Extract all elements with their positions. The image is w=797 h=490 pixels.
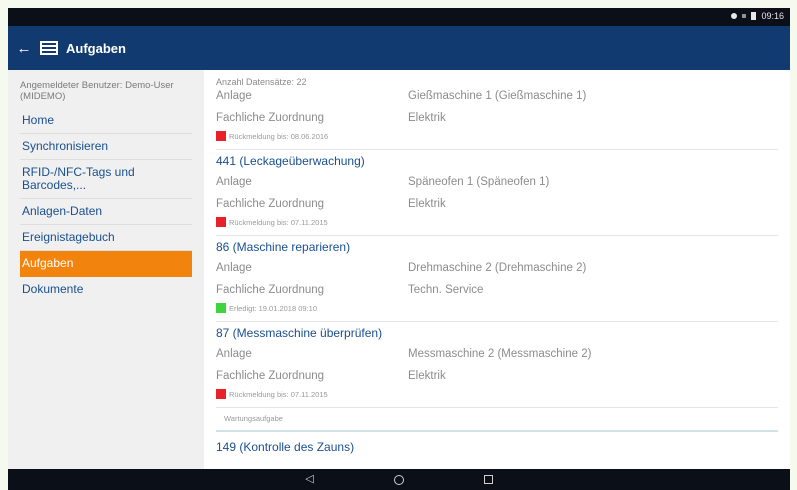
field-value: Elektrik (408, 198, 446, 210)
status-time: 09:16 (761, 11, 784, 21)
status-indicator (216, 303, 226, 313)
zuordnung-row: Fachliche Zuordnung Elektrik (216, 198, 446, 210)
sidebar-item-synchronisieren[interactable]: Synchronisieren (20, 134, 192, 160)
back-arrow-icon[interactable]: ← (10, 26, 38, 70)
task-title[interactable]: 441 (Leckageüberwachung) (216, 154, 365, 168)
anlage-row: Anlage Gießmaschine 1 (Gießmaschine 1) (216, 90, 586, 102)
field-value: Messmaschine 2 (Messmaschine 2) (408, 348, 592, 360)
wifi-icon (731, 13, 738, 19)
tablet-screen: 09:16 ← Aufgaben Angemeldeter Benutzer: … (8, 8, 790, 490)
app-bar: ← Aufgaben (8, 26, 790, 70)
field-label: Anlage (216, 262, 252, 274)
status-text: Rückmeldung bis: 07.11.2015 (229, 217, 328, 227)
status-indicator (216, 131, 226, 141)
task-status: Erledigt: 19.01.2018 09:10 (216, 303, 317, 313)
signal-icon (742, 14, 747, 18)
field-label: Anlage (216, 90, 252, 102)
nav-home-icon[interactable] (393, 474, 404, 485)
section-divider (216, 430, 778, 432)
field-label: Anlage (216, 176, 252, 188)
field-value: Elektrik (408, 112, 446, 124)
logged-in-user: Angemeldeter Benutzer: Demo-User (MIDEMO… (20, 80, 174, 102)
task-status: Rückmeldung bis: 07.11.2015 (216, 217, 328, 227)
status-text: Rückmeldung bis: 07.11.2015 (229, 389, 328, 399)
status-text: Rückmeldung bis: 08.06.2016 (229, 131, 329, 141)
anlage-row: Anlage Späneofen 1 (Späneofen 1) (216, 176, 549, 188)
field-value: Gießmaschine 1 (Gießmaschine 1) (408, 90, 587, 102)
task-title[interactable]: 149 (Kontrolle des Zauns) (216, 440, 354, 454)
sidebar-item-aufgaben[interactable]: Aufgaben (20, 251, 192, 277)
sidebar-item-dokumente[interactable]: Dokumente (20, 277, 192, 302)
record-count: Anzahl Datensätze: 22 (216, 77, 307, 87)
section-note: Wartungsaufgabe (224, 414, 283, 423)
battery-icon (751, 12, 757, 20)
sidebar-item-anlagen-daten[interactable]: Anlagen-Daten (20, 199, 192, 225)
divider (216, 321, 778, 322)
zuordnung-row: Fachliche Zuordnung Techn. Service (216, 284, 483, 296)
status-indicator (216, 217, 226, 227)
field-label: Anlage (216, 348, 252, 360)
task-list: Anzahl Datensätze: 22 Anlage Gießmaschin… (204, 70, 790, 469)
field-label: Fachliche Zuordnung (216, 370, 325, 382)
status-bar: 09:16 (8, 8, 790, 26)
anlage-row: Anlage Messmaschine 2 (Messmaschine 2) (216, 348, 591, 360)
app-logo-icon (40, 41, 58, 55)
task-title[interactable]: 86 (Maschine reparieren) (216, 240, 350, 254)
sidebar-item-rfid-nfc-tags[interactable]: RFID-/NFC-Tags und Barcodes,... (20, 160, 192, 199)
page-title: Aufgaben (66, 40, 126, 56)
zuordnung-row: Fachliche Zuordnung Elektrik (216, 370, 446, 382)
sidebar-item-home[interactable]: Home (20, 108, 192, 134)
field-label: Fachliche Zuordnung (216, 198, 325, 210)
sidebar-item-ereignistagebuch[interactable]: Ereignistagebuch (20, 225, 192, 251)
divider (216, 149, 778, 150)
field-value: Techn. Service (408, 284, 484, 296)
task-title[interactable]: 87 (Messmaschine überprüfen) (216, 326, 382, 340)
field-value: Elektrik (408, 370, 446, 382)
system-nav-bar: ◁ (8, 469, 790, 490)
field-label: Fachliche Zuordnung (216, 284, 325, 296)
nav-recent-apps-icon[interactable] (483, 475, 493, 484)
field-value: Drehmaschine 2 (Drehmaschine 2) (408, 262, 587, 274)
task-status: Rückmeldung bis: 07.11.2015 (216, 389, 328, 399)
zuordnung-row: Fachliche Zuordnung Elektrik (216, 112, 446, 124)
anlage-row: Anlage Drehmaschine 2 (Drehmaschine 2) (216, 262, 586, 274)
status-text: Erledigt: 19.01.2018 09:10 (229, 303, 317, 313)
status-indicator (216, 389, 226, 399)
field-value: Späneofen 1 (Späneofen 1) (408, 176, 550, 188)
divider (216, 235, 778, 236)
field-label: Fachliche Zuordnung (216, 112, 325, 124)
task-status: Rückmeldung bis: 08.06.2016 (216, 131, 328, 141)
navigation-drawer: Angemeldeter Benutzer: Demo-User (MIDEMO… (8, 70, 204, 469)
divider (216, 407, 778, 408)
nav-back-icon[interactable]: ◁ (305, 474, 313, 485)
